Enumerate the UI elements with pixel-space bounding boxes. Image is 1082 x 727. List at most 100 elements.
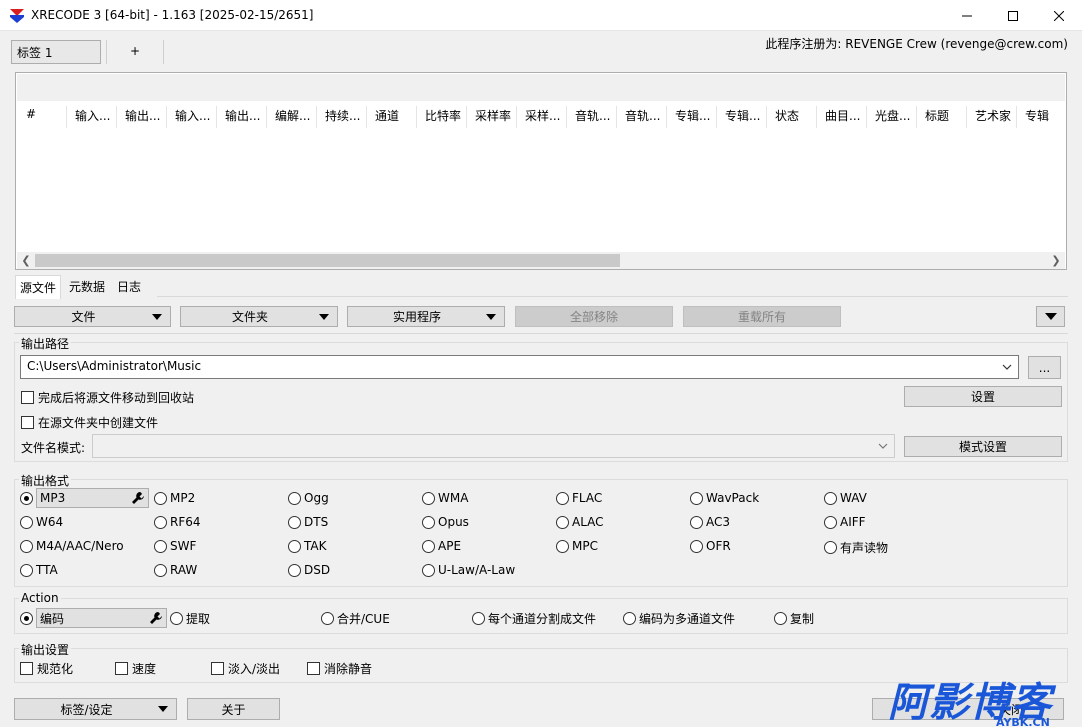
horizontal-scrollbar[interactable]: ❮ ❯ — [17, 252, 1065, 269]
wrench-icon[interactable] — [149, 611, 163, 625]
browse-button[interactable]: ... — [1028, 356, 1061, 379]
format-radio[interactable]: WMA — [422, 491, 468, 505]
move-to-recycle-checkbox[interactable]: 完成后将源文件移动到回收站 — [21, 389, 194, 406]
column-header[interactable]: 编解... — [267, 106, 317, 128]
column-header[interactable]: 专辑 — [1017, 106, 1066, 128]
format-radio[interactable]: MPC — [556, 539, 598, 553]
column-header[interactable]: 比特率 — [417, 106, 467, 128]
output-path-combo[interactable]: C:\Users\Administrator\Music — [20, 355, 1019, 379]
maximize-button[interactable] — [990, 0, 1036, 31]
radio-dot[interactable] — [690, 491, 703, 505]
action-radio[interactable]: 每个通道分割成文件 — [472, 610, 596, 627]
radio-dot[interactable] — [154, 491, 167, 505]
radio-dot[interactable] — [623, 612, 636, 625]
column-header[interactable]: 采样... — [517, 106, 567, 128]
format-radio[interactable]: SWF — [154, 539, 196, 553]
radio-dot[interactable] — [556, 515, 569, 529]
folder-button[interactable]: 文件夹 — [180, 306, 338, 327]
format-radio[interactable]: M4A/AAC/Nero — [20, 539, 124, 553]
radio-dot[interactable] — [20, 563, 33, 577]
action-radio[interactable]: 合并/CUE — [321, 610, 390, 627]
radio-dot[interactable] — [422, 491, 435, 505]
format-radio[interactable]: W64 — [20, 515, 63, 529]
output-setting-checkbox[interactable]: 速度 — [115, 660, 156, 677]
radio-dot[interactable] — [20, 491, 33, 505]
utilities-button[interactable]: 实用程序 — [347, 306, 505, 327]
format-radio[interactable]: RF64 — [154, 515, 201, 529]
radio-dot[interactable] — [288, 491, 301, 505]
column-header[interactable]: 标题 — [917, 106, 967, 128]
radio-dot[interactable] — [422, 563, 435, 577]
radio-dot[interactable] — [422, 539, 435, 553]
format-radio[interactable]: RAW — [154, 563, 197, 577]
format-radio[interactable]: OFR — [690, 539, 731, 553]
format-radio[interactable]: DSD — [288, 563, 330, 577]
radio-dot[interactable] — [824, 541, 837, 554]
format-radio[interactable]: 有声读物 — [824, 539, 888, 556]
checkbox-box[interactable] — [21, 391, 34, 404]
minimize-button[interactable] — [944, 0, 990, 31]
checkbox-box[interactable] — [20, 662, 33, 675]
reload-all-button[interactable]: 重载所有 — [683, 306, 841, 327]
radio-dot[interactable] — [170, 612, 183, 625]
format-radio[interactable]: U-Law/A-Law — [422, 563, 515, 577]
scroll-left-icon[interactable]: ❮ — [18, 253, 34, 268]
pattern-settings-button[interactable]: 模式设置 — [904, 436, 1062, 457]
tab-log[interactable]: 日志 — [113, 275, 145, 297]
close-window-button[interactable] — [1036, 0, 1082, 31]
checkbox-box[interactable] — [307, 662, 320, 675]
output-setting-checkbox[interactable]: 消除静音 — [307, 660, 372, 677]
radio-dot[interactable] — [20, 539, 33, 553]
column-header[interactable]: 专辑... — [667, 106, 717, 128]
radio-dot[interactable] — [154, 563, 167, 577]
radio-dot[interactable] — [690, 539, 703, 553]
about-button[interactable]: 关于 — [187, 698, 280, 720]
column-header[interactable]: 专辑... — [717, 106, 767, 128]
radio-dot[interactable] — [422, 515, 435, 529]
format-radio[interactable]: APE — [422, 539, 461, 553]
file-button[interactable]: 文件 — [14, 306, 171, 327]
column-header[interactable]: 曲目... — [817, 106, 867, 128]
action-radio[interactable]: 编码为多通道文件 — [623, 610, 735, 627]
format-radio[interactable]: Opus — [422, 515, 469, 529]
checkbox-box[interactable] — [115, 662, 128, 675]
add-tab-button[interactable]: + — [106, 40, 164, 64]
format-radio[interactable]: DTS — [288, 515, 328, 529]
format-radio[interactable]: ALAC — [556, 515, 604, 529]
output-setting-checkbox[interactable]: 规范化 — [20, 660, 73, 677]
format-radio[interactable]: AC3 — [690, 515, 730, 529]
radio-dot[interactable] — [690, 515, 703, 529]
radio-dot[interactable] — [556, 539, 569, 553]
format-radio[interactable]: MP3 — [20, 488, 149, 508]
radio-dot[interactable] — [321, 612, 334, 625]
output-setting-checkbox[interactable]: 淡入/淡出 — [211, 660, 280, 677]
radio-dot[interactable] — [154, 539, 167, 553]
column-header[interactable]: 输出... — [117, 106, 167, 128]
action-radio[interactable]: 复制 — [774, 610, 814, 627]
column-header[interactable]: 输出... — [217, 106, 267, 128]
selected-format-box[interactable]: MP3 — [36, 488, 149, 508]
format-radio[interactable]: FLAC — [556, 491, 602, 505]
column-header[interactable]: 艺术家 — [967, 106, 1017, 128]
file-list[interactable]: # 输入... 输出... 输入... 输出... 编解... 持续... 通道 比特率 采样率采… — [15, 72, 1067, 270]
radio-dot[interactable] — [20, 515, 33, 529]
selected-action-box[interactable]: 编码 — [36, 608, 167, 628]
format-radio[interactable]: TAK — [288, 539, 326, 553]
column-header[interactable]: 光盘... — [867, 106, 917, 128]
column-header[interactable]: 状态 — [767, 106, 817, 128]
radio-dot[interactable] — [288, 539, 301, 553]
format-radio[interactable]: MP2 — [154, 491, 195, 505]
radio-dot[interactable] — [288, 515, 301, 529]
tab-source-files[interactable]: 源文件 — [15, 275, 62, 299]
column-header[interactable]: 采样率 — [467, 106, 517, 128]
column-header[interactable]: 持续... — [317, 106, 367, 128]
format-radio[interactable]: WAV — [824, 491, 867, 505]
create-in-source-checkbox[interactable]: 在源文件夹中创建文件 — [21, 414, 158, 431]
tags-settings-button[interactable]: 标签/设定 — [14, 698, 177, 720]
column-header[interactable]: 输入... — [167, 106, 217, 128]
radio-dot[interactable] — [824, 491, 837, 505]
column-header[interactable]: 通道 — [367, 106, 417, 128]
radio-dot[interactable] — [556, 491, 569, 505]
radio-dot[interactable] — [774, 612, 787, 625]
column-header[interactable]: 音轨... — [567, 106, 617, 128]
